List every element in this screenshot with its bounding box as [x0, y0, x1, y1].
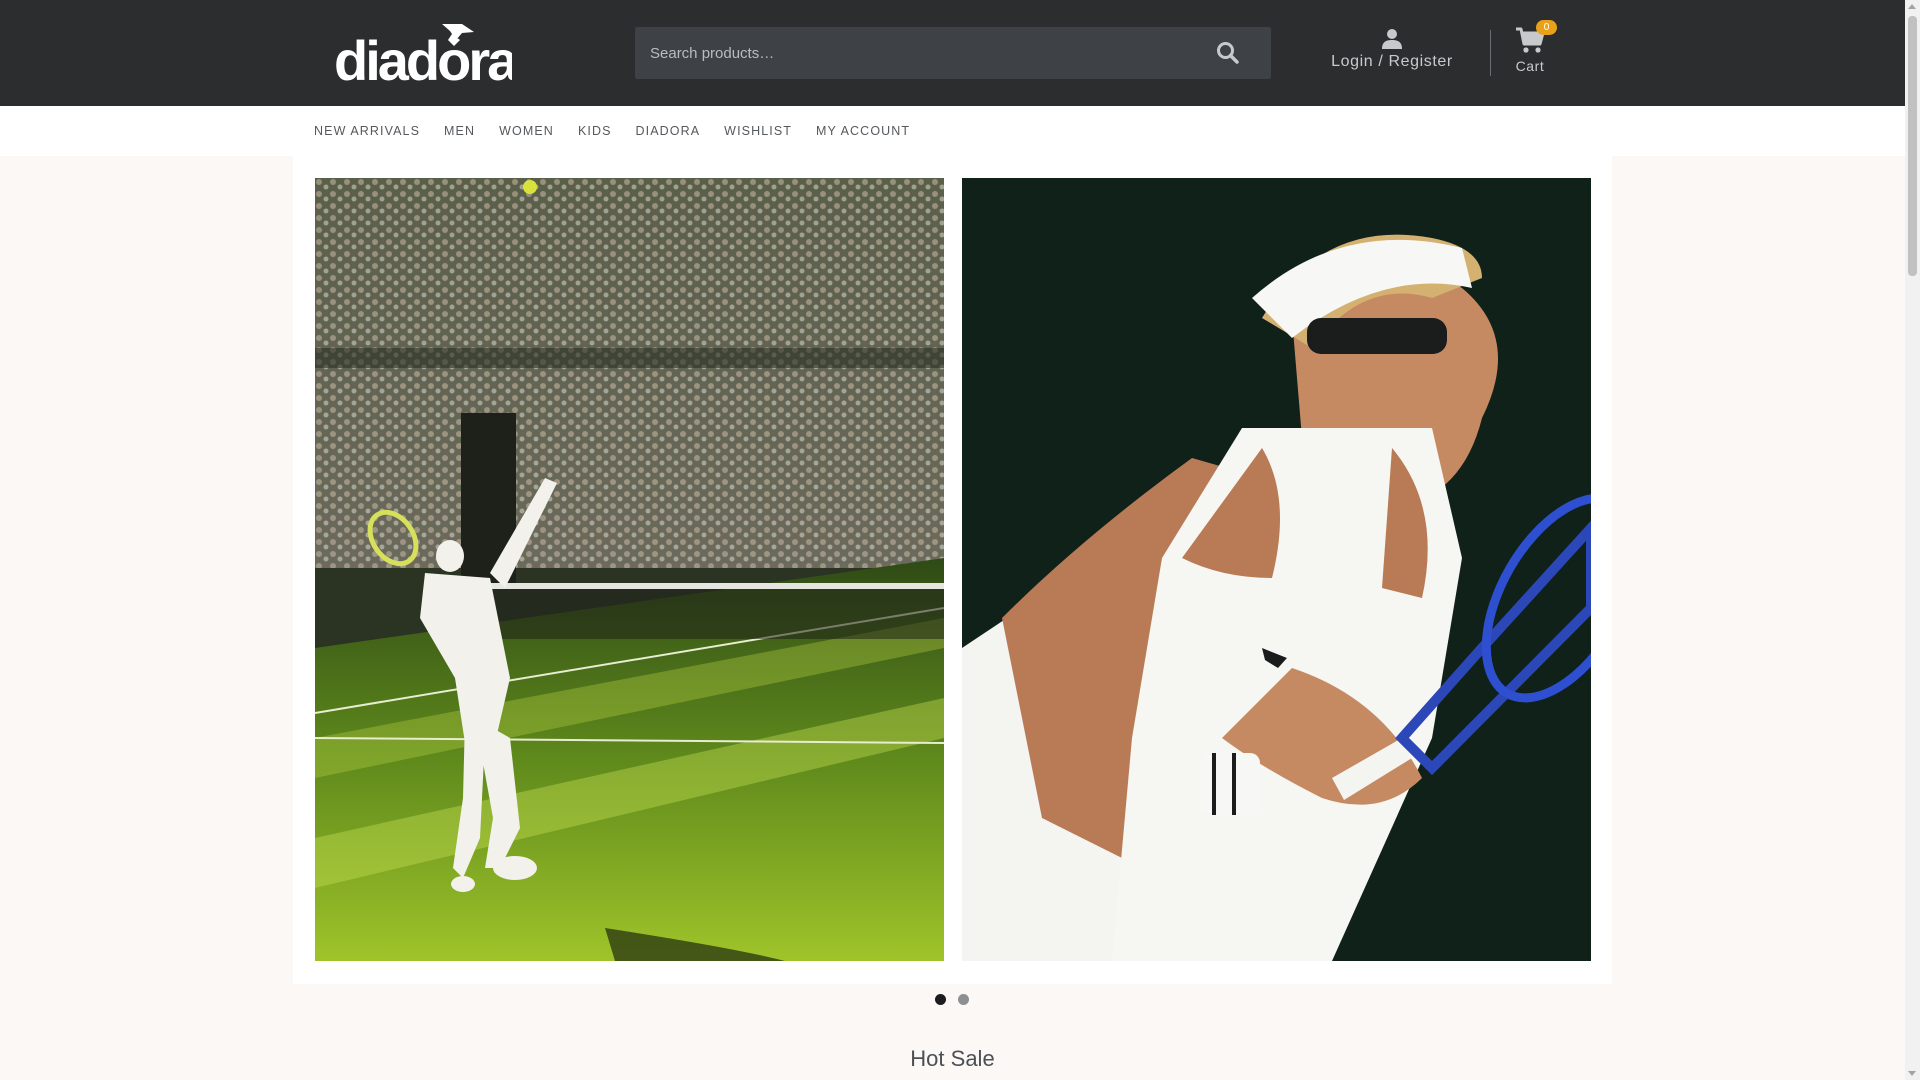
logo-graphic: diadora: [334, 24, 512, 84]
hero-slide-tennis-player[interactable]: [962, 178, 1591, 961]
search-button[interactable]: [1215, 40, 1241, 66]
site-header: diadora Login / Register 0 Cart: [0, 0, 1905, 106]
slider-dot-1[interactable]: [935, 994, 946, 1005]
slider-pagination: [935, 994, 981, 1005]
hero-slider: [293, 156, 1612, 984]
cart-label: Cart: [1515, 58, 1545, 74]
diadora-logo[interactable]: diadora: [334, 20, 512, 84]
cart-button[interactable]: 0 Cart: [1502, 20, 1558, 74]
nav-item-diadora[interactable]: DIADORA: [636, 124, 701, 138]
search-bar: [635, 27, 1271, 79]
hero-slide-tennis-serve[interactable]: [315, 178, 944, 961]
scrollbar-thumb[interactable]: [1908, 16, 1917, 276]
scroll-up-arrow-icon[interactable]: [1908, 4, 1916, 9]
login-register-label: Login / Register: [1331, 53, 1453, 70]
page-scrollbar[interactable]: [1905, 0, 1920, 1080]
search-input[interactable]: [635, 27, 1195, 79]
search-icon: [1217, 42, 1239, 64]
tennis-player-image: [962, 178, 1591, 961]
tennis-serve-image: [315, 178, 944, 961]
nav-item-new-arrivals[interactable]: NEW ARRIVALS: [314, 124, 420, 138]
nav-item-men[interactable]: MEN: [444, 124, 475, 138]
login-register-link[interactable]: Login / Register: [1318, 28, 1466, 71]
scroll-down-arrow-icon[interactable]: [1908, 1071, 1916, 1076]
nav-item-women[interactable]: WOMEN: [499, 124, 554, 138]
slider-dot-2[interactable]: [958, 994, 969, 1005]
nav-item-kids[interactable]: KIDS: [578, 124, 612, 138]
cart-count-badge: 0: [1536, 20, 1557, 35]
nav-item-my-account[interactable]: MY ACCOUNT: [816, 124, 910, 138]
nav-item-wishlist[interactable]: WISHLIST: [724, 124, 792, 138]
main-navigation: NEW ARRIVALS MEN WOMEN KIDS DIADORA WISH…: [0, 106, 1905, 156]
logo-text: diadora: [334, 29, 512, 84]
hot-sale-heading: Hot Sale: [910, 1046, 995, 1071]
user-icon: [1382, 29, 1402, 49]
header-divider: [1490, 30, 1491, 76]
